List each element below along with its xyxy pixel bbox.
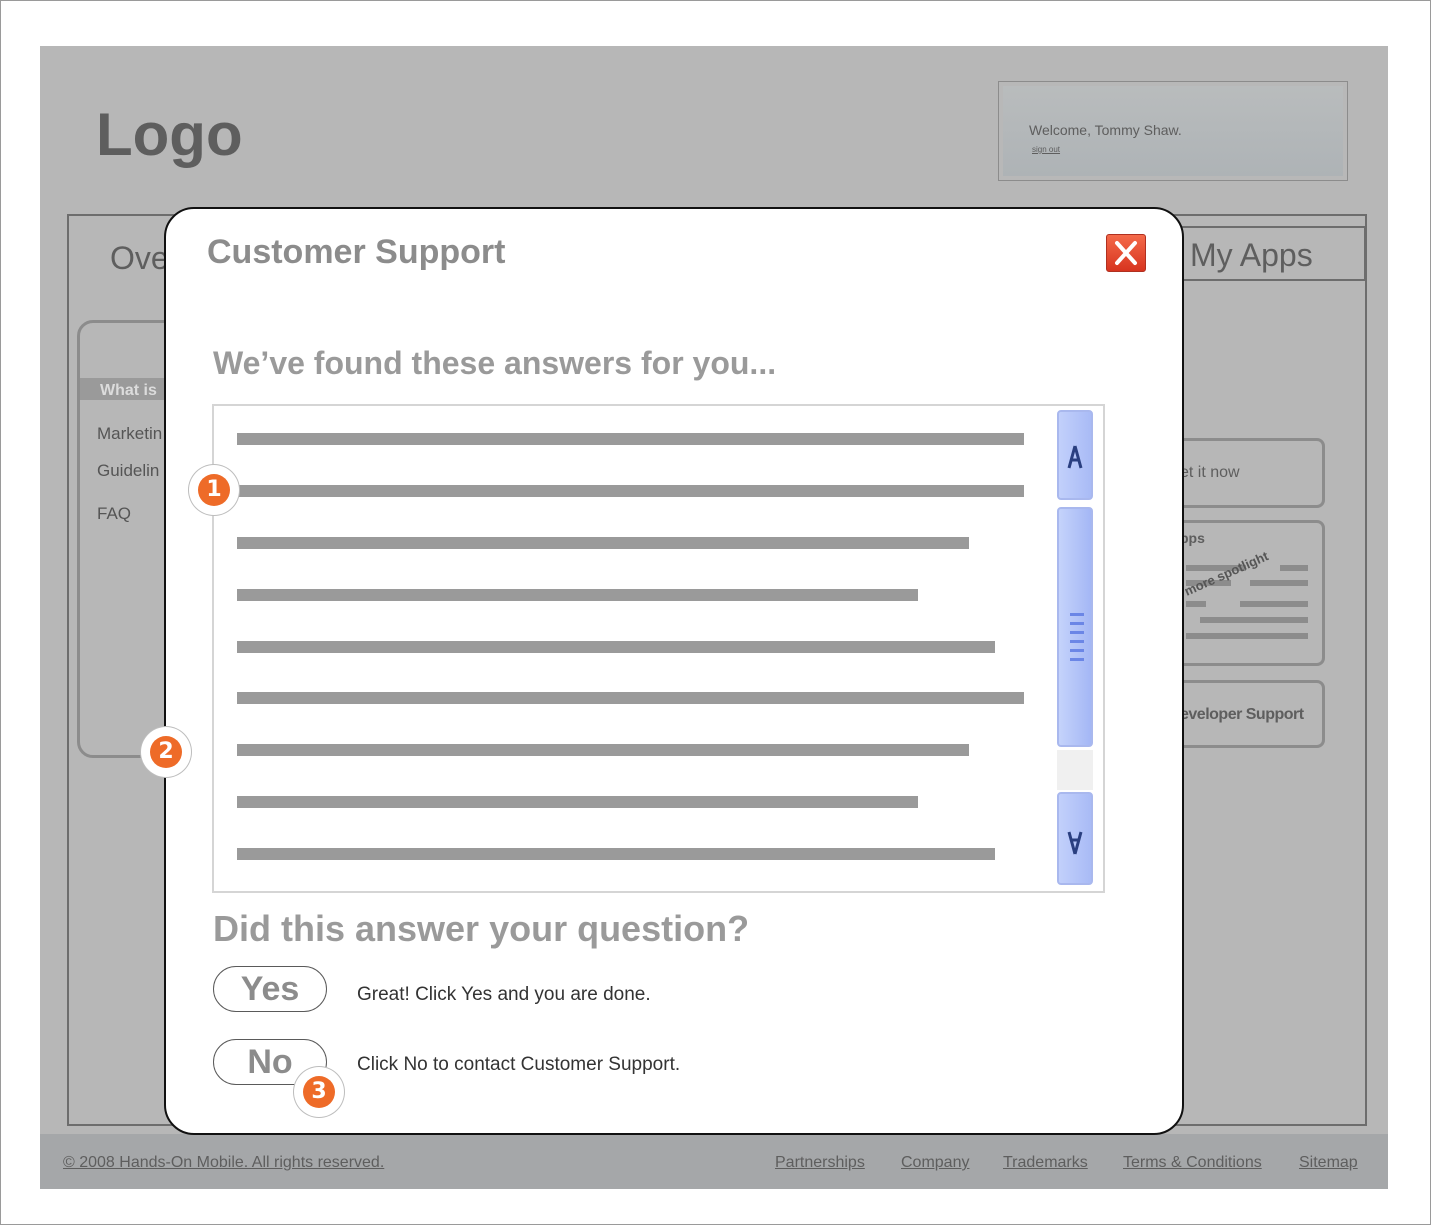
footer-copyright[interactable]: © 2008 Hands-On Mobile. All rights reser… bbox=[63, 1154, 384, 1172]
scroll-grip bbox=[1070, 640, 1084, 643]
scroll-grip bbox=[1070, 613, 1084, 616]
scroll-grip bbox=[1070, 631, 1084, 634]
spotlight-line bbox=[1240, 601, 1308, 607]
answer-line[interactable] bbox=[237, 692, 1024, 704]
scroll-down-button[interactable] bbox=[1057, 792, 1093, 885]
tab-my-apps[interactable]: My Apps bbox=[1190, 237, 1313, 274]
answer-line[interactable] bbox=[237, 485, 1024, 497]
get-it-now-label: et it now bbox=[1180, 464, 1240, 481]
yes-description: Great! Click Yes and you are done. bbox=[357, 984, 651, 1005]
tab-overview[interactable]: Ove bbox=[110, 240, 169, 277]
spotlight-line bbox=[1186, 601, 1206, 607]
footer-link-terms[interactable]: Terms & Conditions bbox=[1123, 1154, 1262, 1172]
footer-link-sitemap[interactable]: Sitemap bbox=[1299, 1154, 1358, 1172]
spotlight-line bbox=[1250, 580, 1308, 586]
feedback-question: Did this answer your question? bbox=[213, 908, 750, 949]
welcome-text: Welcome, Tommy Shaw. bbox=[1029, 122, 1182, 138]
answer-line[interactable] bbox=[237, 641, 995, 653]
yes-button[interactable]: Yes bbox=[213, 966, 327, 1012]
answer-line[interactable] bbox=[237, 433, 1024, 445]
scroll-grip bbox=[1070, 649, 1084, 652]
left-link-faq[interactable]: FAQ bbox=[97, 504, 131, 524]
scroll-grip bbox=[1070, 622, 1084, 625]
answer-line[interactable] bbox=[237, 848, 995, 860]
arrow-down-icon bbox=[1067, 831, 1083, 855]
spotlight-line bbox=[1280, 565, 1308, 571]
close-icon bbox=[1115, 241, 1137, 265]
annotation-badge-2: 2 bbox=[141, 727, 191, 777]
no-description: Click No to contact Customer Support. bbox=[357, 1054, 681, 1075]
answer-line[interactable] bbox=[237, 796, 918, 808]
arrow-up-icon bbox=[1067, 445, 1083, 469]
footer-link-partnerships[interactable]: Partnerships bbox=[775, 1154, 865, 1172]
developer-support-label: eveloper Support bbox=[1180, 706, 1304, 723]
scrollbar-track[interactable] bbox=[1057, 750, 1093, 790]
scroll-grip bbox=[1070, 658, 1084, 661]
answer-line[interactable] bbox=[237, 589, 918, 601]
modal-title: Customer Support bbox=[207, 233, 506, 271]
footer-link-company[interactable]: Company bbox=[901, 1154, 969, 1172]
answer-line[interactable] bbox=[237, 744, 969, 756]
scrollbar-thumb[interactable] bbox=[1057, 507, 1093, 747]
footer-link-trademarks[interactable]: Trademarks bbox=[1003, 1154, 1088, 1172]
answers-heading: We’ve found these answers for you... bbox=[213, 345, 777, 381]
spotlight-line bbox=[1186, 633, 1308, 639]
annotation-badge-1: 1 bbox=[189, 465, 239, 515]
left-link-guidelines[interactable]: Guidelin bbox=[97, 461, 159, 481]
answer-line[interactable] bbox=[237, 537, 969, 549]
close-button[interactable] bbox=[1106, 234, 1146, 272]
left-panel-header-text: What is bbox=[100, 382, 157, 399]
annotation-badge-3: 3 bbox=[294, 1067, 344, 1117]
left-link-marketing[interactable]: Marketin bbox=[97, 424, 162, 444]
signout-link[interactable]: sign out bbox=[1032, 145, 1060, 154]
tab-divider bbox=[1165, 279, 1364, 281]
logo: Logo bbox=[96, 101, 243, 168]
spotlight-line bbox=[1200, 617, 1308, 623]
scroll-up-button[interactable] bbox=[1057, 410, 1093, 500]
